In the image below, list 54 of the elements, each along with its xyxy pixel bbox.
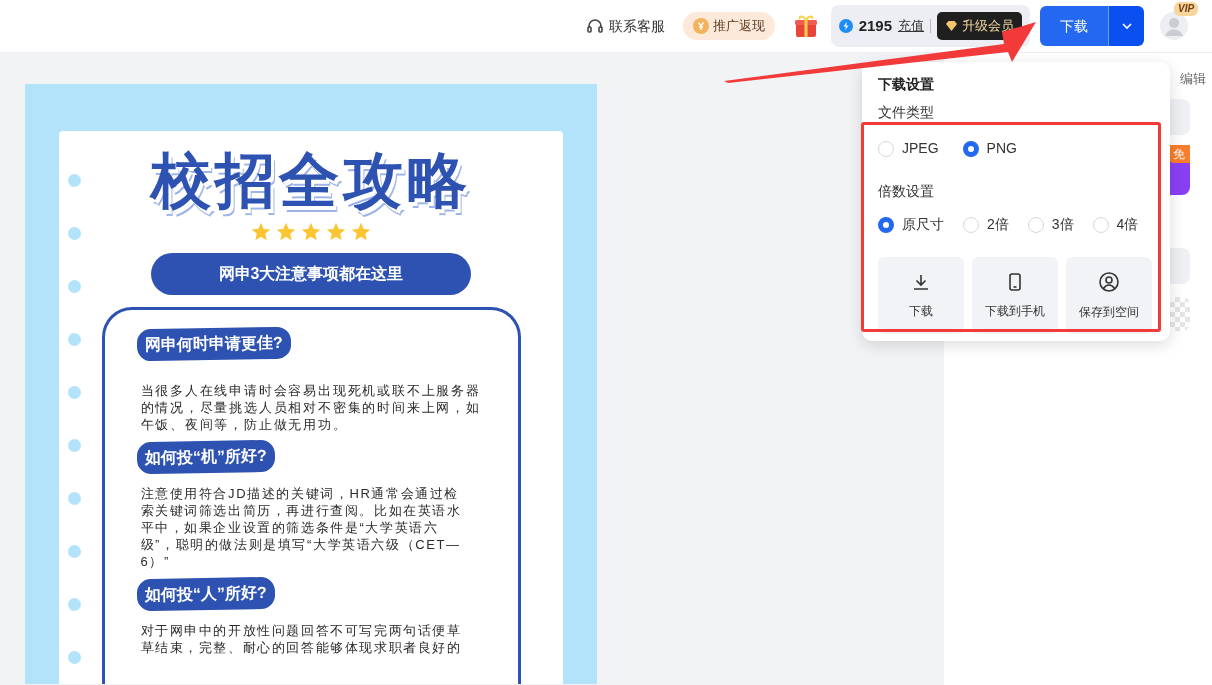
poster-subtitle: 网申3大注意事项都在这里 xyxy=(151,253,471,295)
file-type-label: 文件类型 xyxy=(878,104,935,120)
free-badge: 免 xyxy=(1168,145,1190,163)
popup-title: 下载设置 xyxy=(878,76,935,92)
vip-badge: VIP xyxy=(1174,2,1199,16)
poster-title: 校招全攻略 xyxy=(151,146,471,216)
download-action-button[interactable]: 保存到空间 xyxy=(1066,257,1152,334)
promo-button[interactable]: 推广返现 xyxy=(682,12,775,40)
binding-hole xyxy=(68,439,81,452)
recharge-link[interactable]: 充值 xyxy=(898,16,924,36)
lightning-icon xyxy=(838,19,853,33)
binding-hole xyxy=(68,651,81,664)
section-text: 对于网申中的开放性问题回答不可写完两句话便草草结束，完整、耐心的回答能够体现求职者良好的 xyxy=(140,622,463,656)
scale-option[interactable]: 原尺寸 xyxy=(902,214,944,235)
section-heading: 如何投“机”所好? xyxy=(136,439,275,475)
radio-button[interactable] xyxy=(878,216,894,233)
scale-option[interactable]: 2倍 xyxy=(987,214,1009,235)
support-link[interactable]: 联系客服 xyxy=(608,15,665,37)
edit-label[interactable]: 编辑 xyxy=(1180,69,1206,89)
user-circle-icon xyxy=(1098,270,1120,293)
diamond-icon xyxy=(945,20,958,32)
binding-hole xyxy=(68,280,81,293)
download-action-button[interactable]: 下载到手机 xyxy=(972,257,1058,334)
gift-icon[interactable] xyxy=(792,13,819,39)
points-count: 2195 xyxy=(858,15,892,36)
binding-hole xyxy=(68,333,81,346)
headset-icon xyxy=(585,17,604,35)
binding-hole xyxy=(68,545,81,558)
scale-option[interactable]: 3倍 xyxy=(1051,214,1074,235)
chevron-down-icon xyxy=(1120,22,1133,30)
binding-hole xyxy=(68,227,81,240)
file-type-option[interactable]: JPEG xyxy=(902,138,939,159)
star-icon xyxy=(300,221,322,243)
avatar-icon[interactable] xyxy=(1160,12,1188,40)
coin-icon xyxy=(692,18,709,34)
download-dropdown-button[interactable] xyxy=(1108,6,1144,46)
section-text: 注意使用符合JD描述的关键词，HR通常会通过检索关键词筛选出简历，再进行查阅。比如在英语水平中，如果企业设置的筛选条件是“大学英语六级”，聪明的做法则是填写“大学英语六级（CET—6）” xyxy=(140,485,463,570)
star-icon xyxy=(250,221,272,243)
star-icon xyxy=(350,221,372,243)
binding-hole xyxy=(68,174,81,187)
download-action-button[interactable]: 下载 xyxy=(878,257,964,334)
download-button[interactable]: 下载 xyxy=(1040,6,1108,46)
file-type-option[interactable]: PNG xyxy=(986,138,1017,159)
scale-label: 倍数设置 xyxy=(878,182,935,201)
binding-hole xyxy=(68,492,81,505)
scale-option[interactable]: 4倍 xyxy=(1116,214,1139,235)
binding-hole xyxy=(68,386,81,399)
star-icon xyxy=(325,221,347,243)
section-heading: 如何投“人”所好? xyxy=(136,576,275,612)
section-heading: 网申何时申请更佳? xyxy=(136,326,291,362)
binding-hole xyxy=(68,598,81,611)
star-icon xyxy=(275,221,297,243)
section-text: 当很多人在线申请时会容易出现死机或联不上服务器的情况，尽量挑选人员相对不密集的时间来上网，如午饭、夜间等，防止做无用功。 xyxy=(140,382,482,433)
radio-button[interactable] xyxy=(962,140,979,157)
